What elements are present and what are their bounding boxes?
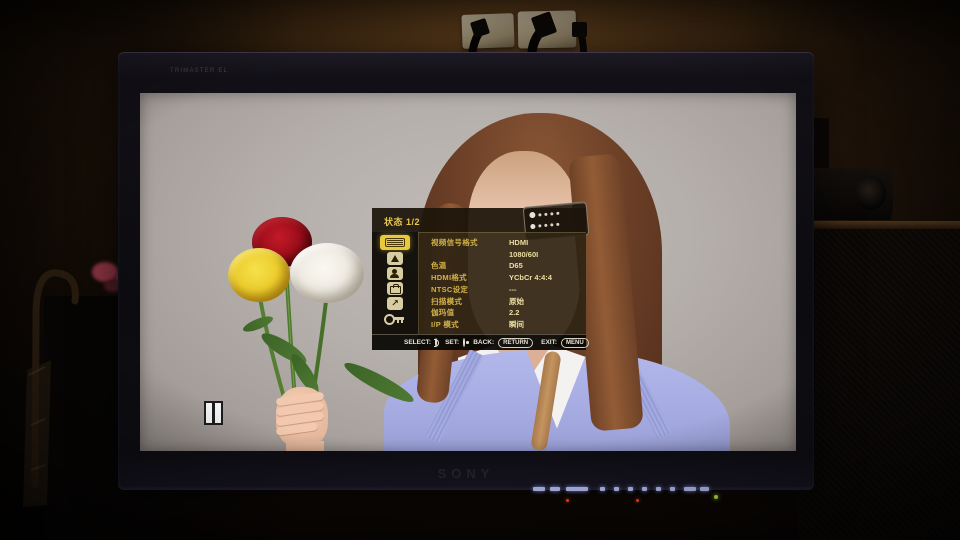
toolbox-icon[interactable] [387,282,403,295]
exit-label: EXIT: [541,339,558,346]
remote-arrow-icon[interactable]: ↗ [387,297,403,310]
osd-row-gamma[interactable]: 伽玛值 2.2 [419,307,586,318]
osd-row-ntsc-setup[interactable]: NTSC设定 --- [419,284,586,295]
projector-lens [856,176,886,210]
osd-sidebar: ↗ [372,232,418,334]
osd-page-title: 状态 1/2 [384,217,421,227]
user-profile-icon[interactable] [387,267,403,280]
red-led [566,499,569,502]
red-led [636,499,639,502]
monitor-tagline: TRIMASTER EL [170,68,229,74]
osd-row-signal-detail[interactable]: 1080/60I [419,249,586,260]
key-lock-icon[interactable] [384,312,406,325]
umbrella [23,269,79,507]
select-label: SELECT: [404,339,432,346]
osd-row-color-temp[interactable]: 色温 D65 [419,260,586,271]
return-button[interactable]: RETURN [498,337,534,348]
osd-menu: 状态 1/2 ↗ 视频信号格式 HDMI 1080/60I 色温 D65 HDM… [372,201,590,350]
status-list-icon[interactable] [380,235,410,250]
monitor-brand-logo: SONY [437,466,495,481]
osd-row-ip-mode[interactable]: I/P 模式 瞬间 [419,319,586,330]
back-label: BACK: [473,339,495,346]
osd-row-hdmi-format[interactable]: HDMI格式 YCbCr 4:4:4 [419,272,586,283]
set-knob-icon [463,338,469,347]
set-label: SET: [445,339,460,346]
osd-footer-bar: SELECT: SET: BACK: RETURN EXIT: MENU [372,334,589,350]
osd-content: 视频信号格式 HDMI 1080/60I 色温 D65 HDMI格式 YCbCr… [418,232,586,334]
osd-row-scan-mode[interactable]: 扫描模式 原始 [419,296,586,307]
speaker-panel [797,229,960,540]
menu-button[interactable]: MENU [561,337,589,348]
osd-row-video-format[interactable]: 视频信号格式 HDMI [419,237,586,248]
color-temp-icon[interactable] [387,252,403,265]
green-led [714,495,718,499]
select-knob-icon [434,338,440,347]
shelf-edge [793,221,960,229]
